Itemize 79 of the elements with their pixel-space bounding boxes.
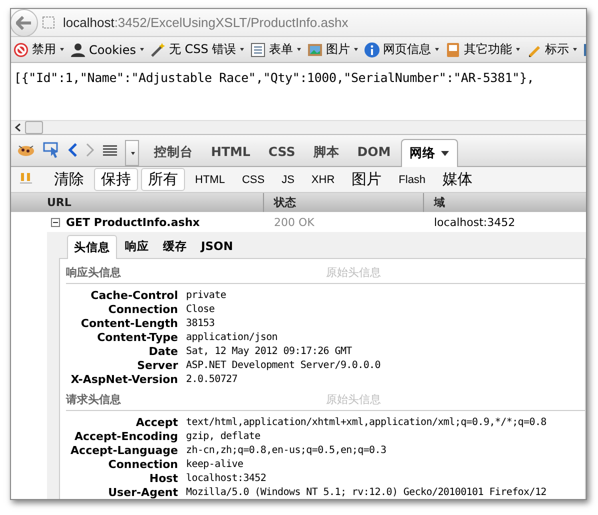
form-icon	[250, 42, 266, 58]
header-value: Mozilla/5.0 (Windows NT 5.1; rv:12.0) Gecko/20100101 Firefox/12	[186, 486, 546, 498]
panel-tab[interactable]: 控制台	[146, 139, 201, 166]
detail-tab[interactable]: 缓存	[157, 235, 193, 258]
header-name: X-AspNet-Version	[70, 372, 178, 386]
image-icon	[307, 42, 324, 58]
back-arrow-icon	[16, 16, 32, 30]
toolbar-item[interactable]: 无 CSS 错误	[150, 41, 244, 58]
header-value: ASP.NET Development Server/9.0.0.0	[186, 360, 380, 370]
filter-button[interactable]: JS	[274, 172, 302, 188]
header-value: localhost:3452	[186, 472, 266, 484]
filter-button[interactable]: CSS	[234, 172, 272, 188]
section-title: 响应头信息	[66, 265, 122, 280]
header-value: 38153	[186, 318, 215, 328]
toolbar-item[interactable]: Cookies	[70, 42, 144, 58]
detail-tab[interactable]: 响应	[119, 235, 155, 258]
header-name: User-Agent	[107, 486, 178, 498]
header-value: Sat, 12 May 2012 09:17:26 GMT	[186, 346, 352, 356]
header-value: gzip, deflate	[186, 430, 260, 442]
request-url[interactable]: GET ProductInfo.ashx	[66, 216, 200, 228]
filter-button[interactable]: 保持	[94, 168, 138, 191]
header-name: Connection	[107, 458, 178, 470]
panel-tab[interactable]: HTML	[203, 139, 258, 166]
dropdown-button[interactable]	[125, 140, 139, 166]
filter-button[interactable]: Flash	[392, 172, 433, 188]
header-value: zh-cn,zh;q=0.8,en-us;q=0.5,en;q=0.3	[186, 444, 386, 456]
header-value: keep-alive	[186, 458, 244, 470]
scroll-thumb[interactable]	[25, 121, 43, 134]
panel-tab[interactable]: CSS	[260, 139, 304, 166]
horizontal-scrollbar[interactable]	[11, 120, 586, 135]
section-title: 请求头信息	[66, 392, 122, 407]
header-name: Server	[136, 358, 178, 372]
header-value: text/html,application/xhtml+xml,application/xml;q=0.9,*/*;q=0.8	[186, 416, 546, 428]
toolbar-item[interactable]: 网页信息	[364, 41, 440, 58]
person-icon	[70, 42, 86, 58]
panel-tab[interactable]: DOM	[349, 139, 399, 166]
filter-button[interactable]: 所有	[141, 168, 185, 191]
detail-tab[interactable]: JSON	[195, 235, 239, 258]
collapse-toggle-icon[interactable]	[51, 218, 60, 226]
wand-icon	[150, 42, 166, 58]
detail-tab[interactable]: 头信息	[67, 235, 117, 259]
page-text: [{"Id":1,"Name":"Adjustable Race","Qty":1000,"SerialNumber":"AR-5381"},	[14, 70, 536, 85]
filter-button[interactable]: XHR	[304, 172, 342, 188]
header-value: application/json	[186, 332, 278, 342]
header-name: Cache-Control	[90, 288, 178, 302]
toolbar-item[interactable]: 禁用	[13, 41, 64, 58]
info-icon	[364, 42, 380, 58]
header-name: Content-Length	[80, 316, 178, 330]
page-icon	[42, 16, 55, 29]
toolbar-item[interactable]: 标示	[526, 41, 578, 58]
toolbar-item[interactable]: 图片	[307, 41, 358, 58]
toolbar-item[interactable]: 表单	[250, 41, 302, 58]
prohibited-icon	[13, 42, 29, 58]
header-name: Content-Type	[96, 330, 178, 344]
header-name: Date	[148, 344, 178, 358]
header-value: 2.0.50727	[186, 374, 238, 384]
filter-button[interactable]: 媒体	[436, 168, 480, 191]
filter-button[interactable]: HTML	[188, 172, 232, 188]
header-name: Accept	[134, 416, 178, 428]
header-name: Connection	[107, 302, 178, 316]
header-value: Close	[186, 304, 215, 314]
menu-icon[interactable]	[102, 144, 118, 158]
request-domain: localhost:3452	[433, 216, 516, 228]
header-name: Accept-Encoding	[74, 430, 178, 442]
request-status: 200 OK	[273, 216, 316, 228]
filter-button[interactable]: 图片	[344, 168, 389, 191]
panel-tab[interactable]: 脚本	[305, 139, 348, 166]
inspect-icon[interactable]	[43, 142, 61, 158]
scroll-left-icon[interactable]	[14, 123, 22, 132]
header-name: Accept-Language	[70, 444, 178, 456]
filter-button[interactable]: 清除	[47, 168, 91, 191]
header-name: Host	[148, 472, 178, 484]
toolbar-item[interactable]: 其它功能	[445, 41, 520, 58]
url-text: localhost:3452/ExcelUsingXSLT/ProductInfo.ashx	[63, 15, 348, 30]
tray-icon	[445, 42, 462, 58]
panel-tab[interactable]: 网络	[400, 139, 458, 167]
column-header[interactable]: 域	[424, 193, 586, 212]
header-value: private	[186, 290, 226, 300]
back-button[interactable]	[11, 9, 38, 36]
